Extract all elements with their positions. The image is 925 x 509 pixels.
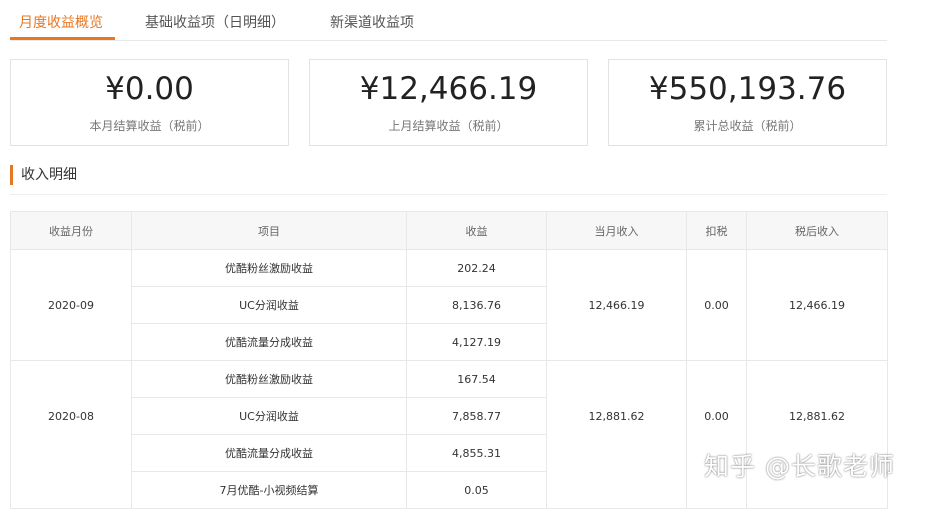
item-amount-cell: 7,858.77 <box>406 397 547 435</box>
item-name-cell: 优酷流量分成收益 <box>131 434 407 472</box>
after-tax-cell: 12,881.62 <box>746 360 888 509</box>
header-after-tax-income: 税后收入 <box>746 211 888 250</box>
divider <box>10 194 887 195</box>
item-name-cell: 优酷粉丝激励收益 <box>131 249 407 287</box>
item-name-cell: 7月优酷-小视频结算 <box>131 471 407 509</box>
item-amount-cell: 0.05 <box>406 471 547 509</box>
tab-new-channel-income[interactable]: 新渠道收益项 <box>330 12 414 32</box>
monthly-income-value: 12,881.62 <box>588 410 645 423</box>
after-tax-value: 12,881.62 <box>789 410 845 423</box>
tax-value: 0.00 <box>704 410 729 423</box>
active-tab-indicator <box>10 37 115 40</box>
item-name-cell: UC分润收益 <box>131 397 407 435</box>
after-tax-cell: 12,466.19 <box>746 249 888 361</box>
item-amount-cell: 4,127.19 <box>406 323 547 361</box>
table-header-row: 收益月份 项目 收益 当月收入 扣税 税后收入 <box>10 211 888 250</box>
summary-card-last-month: ¥12,466.19 上月结算收益（税前） <box>309 59 588 146</box>
month-cell: 2020-09 <box>10 249 132 361</box>
month-cell: 2020-08 <box>10 360 132 509</box>
item-amount-cell: 202.24 <box>406 249 547 287</box>
header-income: 收益 <box>406 211 547 250</box>
monthly-income-cell: 12,881.62 <box>546 360 687 509</box>
header-monthly-income: 当月收入 <box>546 211 687 250</box>
item-amount-cell: 4,855.31 <box>406 434 547 472</box>
summary-card-this-month: ¥0.00 本月结算收益（税前） <box>10 59 289 146</box>
section-title: 收入明细 <box>10 165 77 185</box>
header-income-month: 收益月份 <box>10 211 132 250</box>
item-name-cell: UC分润收益 <box>131 286 407 324</box>
table-row: 2020-08 优酷粉丝激励收益 167.54 12,881.62 0.00 1… <box>10 360 888 509</box>
tax-cell: 0.00 <box>686 249 747 361</box>
tax-cell: 0.00 <box>686 360 747 509</box>
summary-label: 上月结算收益（税前） <box>388 119 509 133</box>
monthly-income-cell: 12,466.19 <box>546 249 687 361</box>
summary-card-total: ¥550,193.76 累计总收益（税前） <box>608 59 887 146</box>
tab-bar: 月度收益概览 基础收益项（日明细） 新渠道收益项 <box>10 0 887 41</box>
tab-monthly-overview[interactable]: 月度收益概览 <box>19 12 103 32</box>
item-name-cell: 优酷粉丝激励收益 <box>131 360 407 398</box>
summary-amount: ¥0.00 <box>105 71 194 107</box>
item-name-cell: 优酷流量分成收益 <box>131 323 407 361</box>
item-amount-cell: 8,136.76 <box>406 286 547 324</box>
summary-amount: ¥12,466.19 <box>359 71 538 107</box>
tab-basic-income-daily[interactable]: 基础收益项（日明细） <box>145 12 285 32</box>
header-tax: 扣税 <box>686 211 747 250</box>
table-row: 2020-09 优酷粉丝激励收益 202.24 12,466.19 0.00 1… <box>10 249 888 361</box>
summary-amount: ¥550,193.76 <box>648 71 847 107</box>
summary-label: 累计总收益（税前） <box>693 119 802 133</box>
header-item: 项目 <box>131 211 407 250</box>
month-label: 2020-08 <box>48 410 94 423</box>
summary-label: 本月结算收益（税前） <box>89 119 210 133</box>
watermark: 知乎 @长歌老师 <box>704 452 895 481</box>
item-amount-cell: 167.54 <box>406 360 547 398</box>
